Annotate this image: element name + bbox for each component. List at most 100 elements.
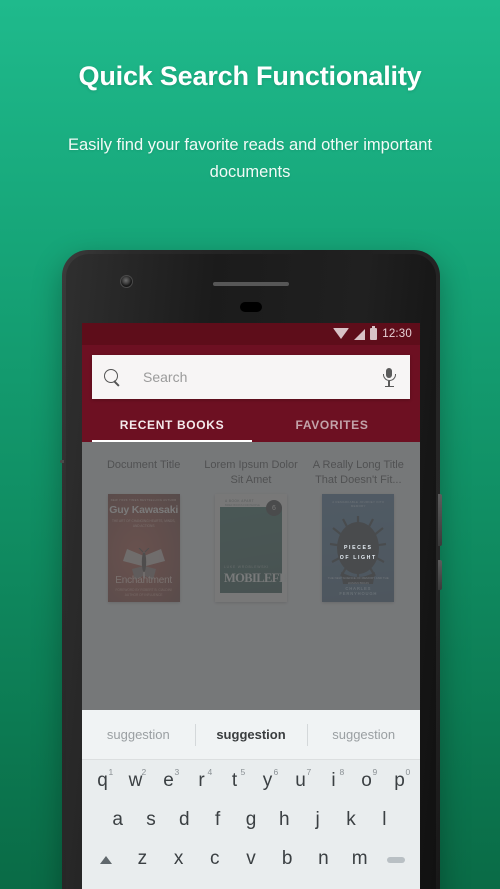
book-title: Lorem Ipsum Dolor Sit Amet xyxy=(204,459,298,486)
key-i[interactable]: 8i xyxy=(317,767,350,794)
key-o[interactable]: 9o xyxy=(350,767,383,794)
suggestion-item[interactable]: suggestion xyxy=(82,727,195,742)
cover-top-line: NEW YORK TIMES BESTSELLING AUTHOR xyxy=(110,499,177,502)
key-m[interactable]: m xyxy=(342,846,378,872)
battery-icon xyxy=(370,326,378,340)
book-cover: A BOOK APART BRIEF BOOKS FOR PEOPLE WHO … xyxy=(214,494,287,602)
cover-top-line: A REMARKABLE JOURNEY INTO MEMORY xyxy=(332,500,385,509)
app-bar: RECENT BOOKS FAVORITES D xyxy=(82,345,420,442)
cover-subtitle: THE NEW SCIENCE OF MEMORY AND THE HUMAN … xyxy=(327,575,389,585)
cover-title-first: MOBILE xyxy=(223,571,272,585)
key-label: q xyxy=(97,770,108,791)
key-e[interactable]: 3e xyxy=(152,767,185,794)
shift-key[interactable] xyxy=(88,846,124,872)
cover-title-line1: PIECES xyxy=(343,545,373,551)
volume-button[interactable] xyxy=(438,560,442,590)
cover-publisher: A BOOK APART xyxy=(224,499,255,503)
search-bar[interactable] xyxy=(92,355,410,399)
power-button[interactable] xyxy=(438,494,442,546)
cover-title: MOBILEFIRST xyxy=(223,571,287,586)
key-a[interactable]: a xyxy=(101,807,134,833)
key-c[interactable]: c xyxy=(197,846,233,872)
key-p[interactable]: 0p xyxy=(383,767,416,794)
key-y[interactable]: 6y xyxy=(251,767,284,794)
key-num: 0 xyxy=(405,767,411,777)
key-num: 3 xyxy=(174,767,180,777)
phone-screen: 12:30 RECENT BOOKS FAVORITES xyxy=(82,323,420,889)
keyboard-row-3: z x c v b n m xyxy=(86,846,416,872)
left-side-button[interactable] xyxy=(60,460,64,463)
list-item[interactable]: Document Title NEW YORK TIMES BESTSELLIN… xyxy=(94,458,193,602)
wifi-icon xyxy=(333,328,350,339)
book-title: A Really Long Title That Doesn't Fit... xyxy=(312,459,404,486)
promo-screenshot: Quick Search Functionality Easily find y… xyxy=(0,0,500,889)
page-subtitle: Easily find your favorite reads and othe… xyxy=(67,136,433,182)
backspace-key[interactable] xyxy=(378,846,414,872)
key-t[interactable]: 5t xyxy=(218,767,251,794)
cover-book-name: Enchantment xyxy=(115,575,173,586)
key-label: w xyxy=(128,770,143,791)
key-k[interactable]: k xyxy=(334,807,367,833)
tab-recent-books[interactable]: RECENT BOOKS xyxy=(92,408,252,442)
key-z[interactable]: z xyxy=(124,846,160,872)
key-g[interactable]: g xyxy=(234,807,267,833)
book-title: Document Title xyxy=(106,459,181,471)
key-label: p xyxy=(394,770,405,791)
status-bar: 12:30 xyxy=(82,323,420,345)
cover-badge: 6 xyxy=(265,500,282,516)
cover-author: LUKE WROBLEWSKI xyxy=(223,565,270,569)
key-label: t xyxy=(231,770,238,791)
key-l[interactable]: l xyxy=(368,807,401,833)
key-b[interactable]: b xyxy=(269,846,305,872)
key-v[interactable]: v xyxy=(233,846,269,872)
suggestion-item[interactable]: suggestion xyxy=(195,727,308,742)
key-num: 5 xyxy=(240,767,246,777)
tab-documents[interactable]: D xyxy=(412,408,420,442)
cover-author: CHARLES FERNYHOUGH xyxy=(339,586,378,596)
key-r[interactable]: 4r xyxy=(185,767,218,794)
tab-label: FAVORITES xyxy=(295,418,369,432)
key-f[interactable]: f xyxy=(201,807,234,833)
promo-header: Quick Search Functionality Easily find y… xyxy=(0,0,500,186)
book-list: Document Title NEW YORK TIMES BESTSELLIN… xyxy=(82,442,420,602)
key-x[interactable]: x xyxy=(160,846,196,872)
key-d[interactable]: d xyxy=(168,807,201,833)
key-s[interactable]: s xyxy=(134,807,167,833)
key-label: y xyxy=(262,770,273,791)
key-label: r xyxy=(198,770,205,791)
tab-bar: RECENT BOOKS FAVORITES D xyxy=(92,408,410,442)
signal-icon xyxy=(354,329,366,340)
suggestion-bar: suggestion suggestion suggestion xyxy=(82,710,420,760)
key-n[interactable]: n xyxy=(305,846,341,872)
page-title: Quick Search Functionality xyxy=(78,61,422,91)
key-j[interactable]: j xyxy=(301,807,334,833)
front-camera-icon xyxy=(120,275,133,288)
search-input[interactable] xyxy=(143,369,380,385)
cover-subline: THE ART OF CHANGING HEARTS, MINDS, AND A… xyxy=(111,519,176,528)
key-num: 4 xyxy=(207,767,213,777)
key-num: 8 xyxy=(339,767,345,777)
key-w[interactable]: 2w xyxy=(119,767,152,794)
book-cover: A REMARKABLE JOURNEY INTO MEMORY PIECES … xyxy=(322,494,395,602)
tab-favorites[interactable]: FAVORITES xyxy=(252,408,412,442)
key-u[interactable]: 7u xyxy=(284,767,317,794)
key-label: i xyxy=(331,770,336,791)
cover-author: Guy Kawasaki xyxy=(109,504,179,516)
keyboard-row-2: a s d f g h j k l xyxy=(86,807,416,833)
key-h[interactable]: h xyxy=(268,807,301,833)
suggestion-item[interactable]: suggestion xyxy=(307,727,420,742)
key-num: 9 xyxy=(372,767,378,777)
tab-label: RECENT BOOKS xyxy=(119,418,225,432)
microphone-icon[interactable] xyxy=(380,367,398,388)
key-num: 2 xyxy=(141,767,147,777)
on-screen-keyboard: 1q 2w 3e 4r 5t 6y 7u 8i 9o 0p a s d f g xyxy=(82,760,420,889)
list-item[interactable]: Lorem Ipsum Dolor Sit Amet A BOOK APART … xyxy=(201,458,300,602)
search-icon xyxy=(104,368,121,386)
key-label: u xyxy=(295,770,306,791)
earpiece-speaker xyxy=(213,282,289,286)
keyboard-row-1: 1q 2w 3e 4r 5t 6y 7u 8i 9o 0p xyxy=(86,767,416,794)
cover-title-second: FIRST xyxy=(271,571,287,585)
book-cover: NEW YORK TIMES BESTSELLING AUTHOR Guy Ka… xyxy=(107,494,180,602)
list-item[interactable]: A Really Long Title That Doesn't Fit... … xyxy=(309,458,408,602)
key-q[interactable]: 1q xyxy=(86,767,119,794)
